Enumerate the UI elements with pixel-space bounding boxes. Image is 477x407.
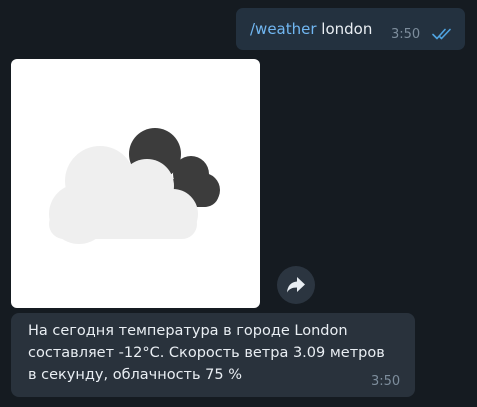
forward-arrow-icon — [287, 277, 305, 293]
double-check-icon — [432, 28, 451, 40]
incoming-message[interactable]: На сегодня температура в городе London с… — [11, 313, 415, 397]
cloudy-weather-icon — [49, 128, 220, 244]
weather-photo[interactable] — [11, 59, 260, 308]
message-time: 3:50 — [391, 27, 421, 42]
message-text: /weather london — [250, 20, 372, 38]
forward-button[interactable] — [277, 266, 315, 304]
chat-view: /weather london 3:50 На сегодня температ… — [0, 0, 477, 407]
command-argument: london — [316, 20, 373, 38]
outgoing-message[interactable]: /weather london 3:50 — [236, 8, 465, 50]
message-time: 3:50 — [371, 374, 401, 389]
bot-command-link[interactable]: /weather — [250, 20, 317, 38]
message-text: На сегодня температура в городе London с… — [28, 323, 385, 383]
